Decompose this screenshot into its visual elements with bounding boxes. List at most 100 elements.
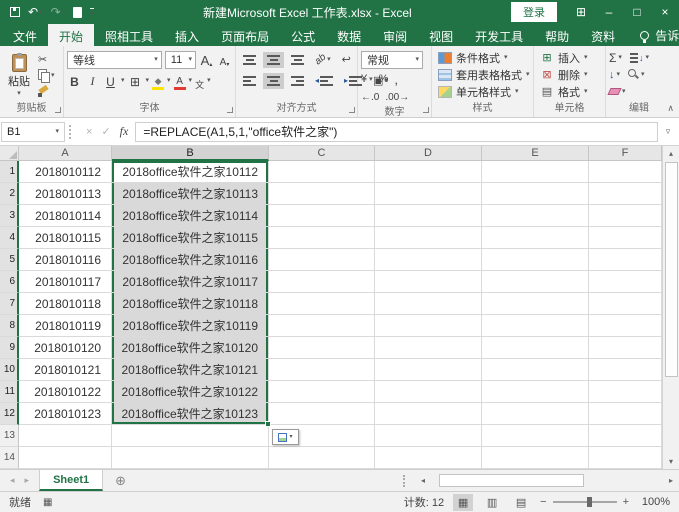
- cell-D10[interactable]: [375, 359, 482, 381]
- cell-E5[interactable]: [482, 249, 589, 271]
- close-button[interactable]: ×: [651, 0, 679, 24]
- insert-function-button[interactable]: fx: [120, 124, 129, 139]
- cell-E11[interactable]: [482, 381, 589, 403]
- cell-F10[interactable]: [589, 359, 662, 381]
- cell-E4[interactable]: [482, 227, 589, 249]
- tab-data[interactable]: 数据: [326, 24, 372, 46]
- new-document-button[interactable]: [73, 7, 82, 18]
- cell-A3[interactable]: 2018010114: [19, 205, 112, 227]
- tab-split-grip[interactable]: [403, 475, 408, 487]
- phonetic-dropdown-icon[interactable]: ▾: [207, 77, 211, 84]
- cell-F14[interactable]: [589, 447, 662, 469]
- cell-F11[interactable]: [589, 381, 662, 403]
- cell-E10[interactable]: [482, 359, 589, 381]
- cell-D6[interactable]: [375, 271, 482, 293]
- styles-item-1[interactable]: 套用表格格式▾: [435, 66, 530, 83]
- zoom-slider[interactable]: [553, 501, 617, 503]
- cell-E7[interactable]: [482, 293, 589, 315]
- name-box[interactable]: B1 ▾: [1, 122, 65, 142]
- sheet-nav-left-button[interactable]: ◂: [10, 475, 15, 486]
- phonetic-guide-button[interactable]: 文: [195, 72, 204, 90]
- increase-font-button[interactable]: A▴: [199, 51, 214, 69]
- wrap-text-button[interactable]: ↩: [338, 50, 355, 69]
- cell-E2[interactable]: [482, 183, 589, 205]
- row-header-12[interactable]: 12: [0, 403, 19, 425]
- page-layout-view-button[interactable]: ▥: [482, 494, 502, 511]
- cell-C7[interactable]: [269, 293, 375, 315]
- zoom-slider-thumb[interactable]: [587, 497, 592, 507]
- page-break-view-button[interactable]: ▤: [511, 494, 531, 511]
- scroll-up-button[interactable]: ▴: [663, 146, 679, 161]
- cell-B12[interactable]: 2018office软件之家10123: [112, 403, 269, 425]
- cell-B7[interactable]: 2018office软件之家10118: [112, 293, 269, 315]
- fill-handle[interactable]: [265, 421, 271, 427]
- cell-A9[interactable]: 2018010120: [19, 337, 112, 359]
- zoom-percentage[interactable]: 100%: [638, 496, 670, 508]
- vertical-scrollbar[interactable]: ▴ ▾: [662, 146, 679, 469]
- row-header-1[interactable]: 1: [0, 161, 19, 183]
- font-size-select[interactable]: 11▾: [165, 51, 196, 69]
- tab-review[interactable]: 审阅: [372, 24, 418, 46]
- cell-D1[interactable]: [375, 161, 482, 183]
- cell-C12[interactable]: [269, 403, 375, 425]
- cell-B8[interactable]: 2018office软件之家10119: [112, 315, 269, 337]
- row-header-13[interactable]: 13: [0, 425, 19, 447]
- cell-D2[interactable]: [375, 183, 482, 205]
- minimize-button[interactable]: –: [595, 0, 623, 24]
- cell-A12[interactable]: 2018010123: [19, 403, 112, 425]
- cell-B1[interactable]: 2018office软件之家10112: [112, 161, 269, 183]
- row-header-7[interactable]: 7: [0, 293, 19, 315]
- row-header-5[interactable]: 5: [0, 249, 19, 271]
- row-header-2[interactable]: 2: [0, 183, 19, 205]
- cell-F7[interactable]: [589, 293, 662, 315]
- cell-A10[interactable]: 2018010121: [19, 359, 112, 381]
- undo-button[interactable]: ↶▾: [28, 5, 43, 19]
- column-header-C[interactable]: C: [269, 146, 375, 161]
- fill-color-button[interactable]: ◆: [152, 72, 164, 90]
- font-name-select[interactable]: 等线▾: [67, 51, 162, 69]
- cell-A14[interactable]: [19, 447, 112, 469]
- font-dialog-launcher[interactable]: [227, 107, 233, 113]
- tab-view[interactable]: 视图: [418, 24, 464, 46]
- cell-A11[interactable]: 2018010122: [19, 381, 112, 403]
- italic-button[interactable]: I: [85, 72, 100, 90]
- row-header-10[interactable]: 10: [0, 359, 19, 381]
- cell-F1[interactable]: [589, 161, 662, 183]
- cell-F5[interactable]: [589, 249, 662, 271]
- cell-B13[interactable]: [112, 425, 269, 447]
- cell-B11[interactable]: 2018office软件之家10122: [112, 381, 269, 403]
- clear-button[interactable]: ▾: [609, 88, 626, 95]
- cell-B3[interactable]: 2018office软件之家10114: [112, 205, 269, 227]
- cell-F6[interactable]: [589, 271, 662, 293]
- format-painter-button[interactable]: [38, 85, 55, 99]
- tell-me-box[interactable]: 告诉我你想要做什么: [640, 24, 679, 46]
- cell-E8[interactable]: [482, 315, 589, 337]
- cell-A8[interactable]: 2018010119: [19, 315, 112, 337]
- row-header-9[interactable]: 9: [0, 337, 19, 359]
- cell-D4[interactable]: [375, 227, 482, 249]
- cell-C11[interactable]: [269, 381, 375, 403]
- autosum-button[interactable]: Σ▾: [609, 51, 622, 65]
- cell-A4[interactable]: 2018010115: [19, 227, 112, 249]
- cell-A2[interactable]: 2018010113: [19, 183, 112, 205]
- name-box-dropdown-icon[interactable]: ▾: [55, 128, 59, 135]
- sign-in-button[interactable]: 登录: [511, 2, 557, 22]
- cell-F3[interactable]: [589, 205, 662, 227]
- copy-button[interactable]: ▾: [38, 68, 55, 82]
- align-right-button[interactable]: [287, 73, 308, 89]
- vertical-scroll-thumb[interactable]: [665, 162, 678, 377]
- sort-filter-button[interactable]: ↓▾: [630, 53, 649, 63]
- collapse-ribbon-button[interactable]: ∧: [667, 103, 674, 114]
- align-bottom-button[interactable]: [287, 52, 308, 68]
- column-header-E[interactable]: E: [482, 146, 589, 161]
- column-header-B[interactable]: B: [112, 146, 269, 161]
- increase-decimal-button[interactable]: ←.0: [361, 92, 379, 103]
- sheet-nav-right-button[interactable]: ▸: [25, 475, 30, 486]
- underline-dropdown-icon[interactable]: ▾: [121, 77, 125, 84]
- scroll-down-button[interactable]: ▾: [663, 454, 679, 469]
- cell-B2[interactable]: 2018office软件之家10113: [112, 183, 269, 205]
- decrease-decimal-button[interactable]: .00→: [385, 92, 409, 103]
- scroll-left-button[interactable]: ◂: [416, 474, 430, 488]
- cells-item-1[interactable]: ⊠删除▾: [537, 66, 602, 83]
- cell-F8[interactable]: [589, 315, 662, 337]
